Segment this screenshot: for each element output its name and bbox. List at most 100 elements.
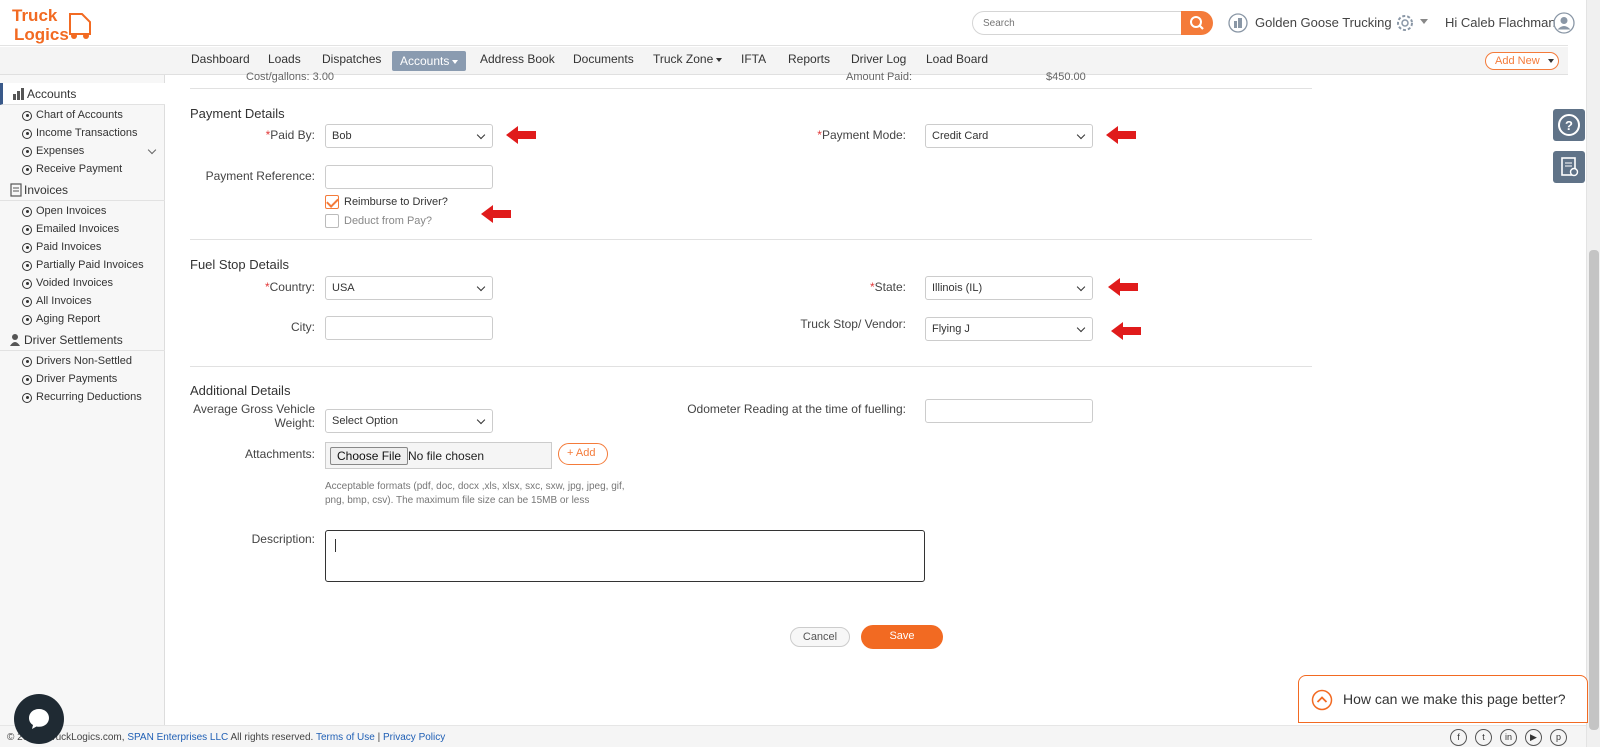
footer-separator: |: [377, 732, 381, 743]
sidebar-item-open-invoices[interactable]: Open Invoices: [22, 205, 106, 217]
chevron-down-icon: [716, 57, 723, 62]
description-textarea[interactable]: [325, 530, 925, 582]
search-input[interactable]: [972, 11, 1182, 35]
feedback-widget[interactable]: How can we make this page better?: [1298, 675, 1588, 723]
sidebar-item-chart-of-accounts[interactable]: Chart of Accounts: [22, 109, 123, 121]
formats-line-1: Acceptable formats (pdf, doc, docx ,xls,…: [325, 481, 625, 492]
weight-label-line-2: Weight:: [274, 416, 315, 430]
payment-reference-input[interactable]: [325, 165, 493, 189]
gear-icon[interactable]: [1394, 12, 1416, 34]
city-input[interactable]: [325, 316, 493, 340]
payment-mode-select[interactable]: Credit Card: [925, 124, 1093, 148]
save-button[interactable]: Save: [861, 625, 943, 649]
no-file-text: No file chosen: [408, 449, 485, 463]
truck-stop-vendor-select[interactable]: Flying J: [925, 317, 1093, 341]
fuel-stop-details-title: Fuel Stop Details: [190, 257, 289, 272]
odometer-input[interactable]: [925, 399, 1093, 423]
choose-file-button[interactable]: Choose File: [330, 447, 409, 465]
nav-reports[interactable]: Reports: [788, 52, 830, 66]
facebook-icon[interactable]: f: [1450, 729, 1467, 746]
weight-label-line-1: Average Gross Vehicle: [193, 402, 315, 416]
add-new-button[interactable]: Add New: [1485, 52, 1559, 70]
nav-ifta[interactable]: IFTA: [741, 52, 766, 66]
additional-details-title: Additional Details: [190, 383, 291, 398]
nav-dashboard[interactable]: Dashboard: [191, 52, 250, 66]
privacy-link[interactable]: Privacy Policy: [383, 732, 445, 743]
country-select[interactable]: USA: [325, 276, 493, 300]
nav-driver-log[interactable]: Driver Log: [851, 52, 906, 66]
copyright-domain: ruckLogics.com,: [52, 732, 125, 743]
paid-by-value: Bob: [332, 130, 352, 142]
chevron-down-icon[interactable]: [1420, 19, 1428, 24]
notes-icon: [1561, 157, 1579, 177]
sidebar: Accounts Chart of Accounts Income Transa…: [0, 75, 165, 725]
trucklogics-logo[interactable]: Truck Logics: [10, 4, 94, 44]
sidebar-head-label: Accounts: [27, 87, 77, 101]
odometer-label: Odometer Reading at the time of fuelling…: [687, 402, 906, 416]
red-arrow-annotation: [1108, 278, 1138, 296]
linkedin-icon[interactable]: in: [1500, 729, 1517, 746]
notes-button[interactable]: [1553, 151, 1585, 183]
span-enterprises-link[interactable]: SPAN Enterprises LLC: [127, 732, 228, 743]
sidebar-item-drivers-non-settled[interactable]: Drivers Non-Settled: [22, 355, 132, 367]
nav-documents[interactable]: Documents: [573, 52, 634, 66]
scrollbar-thumb[interactable]: [1589, 250, 1599, 730]
sidebar-item-paid-invoices[interactable]: Paid Invoices: [22, 241, 101, 253]
reimburse-label: Reimburse to Driver?: [344, 196, 448, 208]
help-button[interactable]: ?: [1553, 109, 1585, 141]
chevron-down-icon[interactable]: [147, 145, 157, 155]
nav-address-book[interactable]: Address Book: [480, 52, 555, 66]
plus-icon: +: [567, 447, 576, 459]
sidebar-item-recurring-deductions[interactable]: Recurring Deductions: [22, 391, 142, 403]
terms-link[interactable]: Terms of Use: [316, 732, 375, 743]
reimburse-checkbox[interactable]: [325, 195, 339, 209]
paid-by-select[interactable]: Bob: [325, 124, 493, 148]
nav-accounts[interactable]: Accounts: [392, 51, 467, 71]
file-input[interactable]: Choose File No file chosen: [325, 442, 552, 469]
sidebar-item-receive-payment[interactable]: Receive Payment: [22, 163, 122, 175]
sidebar-item-voided-invoices[interactable]: Voided Invoices: [22, 277, 113, 289]
truck-stop-vendor-value: Flying J: [932, 323, 970, 335]
user-avatar-icon[interactable]: [1553, 12, 1575, 34]
sidebar-item-all-invoices[interactable]: All Invoices: [22, 295, 92, 307]
twitter-icon[interactable]: t: [1475, 729, 1492, 746]
state-select[interactable]: Illinois (IL): [925, 276, 1093, 300]
chat-icon: [29, 709, 49, 729]
sidebar-item-emailed-invoices[interactable]: Emailed Invoices: [22, 223, 119, 235]
avg-gross-vehicle-weight-select[interactable]: Select Option: [325, 409, 493, 433]
page-scrollbar[interactable]: [1586, 0, 1600, 747]
nav-dispatches[interactable]: Dispatches: [322, 52, 381, 66]
cut-off-amount-paid-value: $450.00: [1046, 71, 1086, 83]
nav-load-board[interactable]: Load Board: [926, 52, 988, 66]
sidebar-item-aging-report[interactable]: Aging Report: [22, 313, 100, 325]
cancel-button[interactable]: Cancel: [790, 627, 850, 647]
formats-line-2: png, bmp, csv). The maximum file size ca…: [325, 495, 590, 506]
sidebar-head-invoices[interactable]: Invoices: [0, 179, 165, 201]
nav-truck-zone[interactable]: Truck Zone: [653, 52, 723, 66]
search-button[interactable]: [1181, 11, 1213, 35]
svg-text:Logics: Logics: [14, 25, 69, 44]
chat-button[interactable]: [14, 694, 64, 744]
footer-copyright: © 20 ruckLogics.com, SPAN Enterprises LLC…: [7, 732, 445, 743]
chevron-up-icon: [1311, 689, 1333, 711]
sidebar-item-expenses[interactable]: Expenses: [22, 145, 84, 157]
company-name[interactable]: Golden Goose Trucking: [1255, 15, 1392, 30]
youtube-icon[interactable]: ▶: [1525, 729, 1542, 746]
top-header: Truck Logics Golden Goose Trucking Hi Ca…: [0, 0, 1575, 46]
avg-gross-vehicle-weight-label: Average Gross Vehicle Weight:: [166, 402, 315, 430]
invoice-icon: [10, 183, 22, 197]
sidebar-item-partially-paid-invoices[interactable]: Partially Paid Invoices: [22, 259, 144, 271]
add-attachment-button[interactable]: + Add: [558, 443, 608, 465]
cut-off-amount-paid-label: Amount Paid:: [846, 71, 913, 83]
chevron-down-icon: [476, 282, 486, 292]
deduct-checkbox[interactable]: [325, 214, 339, 228]
sidebar-head-driver-settlements[interactable]: Driver Settlements: [0, 329, 165, 351]
sidebar-item-income-transactions[interactable]: Income Transactions: [22, 127, 138, 139]
section-divider: [190, 239, 1312, 240]
nav-loads[interactable]: Loads: [268, 52, 301, 66]
sidebar-item-driver-payments[interactable]: Driver Payments: [22, 373, 117, 385]
user-greeting[interactable]: Hi Caleb Flachman: [1445, 15, 1556, 30]
state-label: *State:: [726, 280, 906, 294]
pinterest-icon[interactable]: p: [1550, 729, 1567, 746]
sidebar-head-accounts[interactable]: Accounts: [0, 83, 165, 105]
